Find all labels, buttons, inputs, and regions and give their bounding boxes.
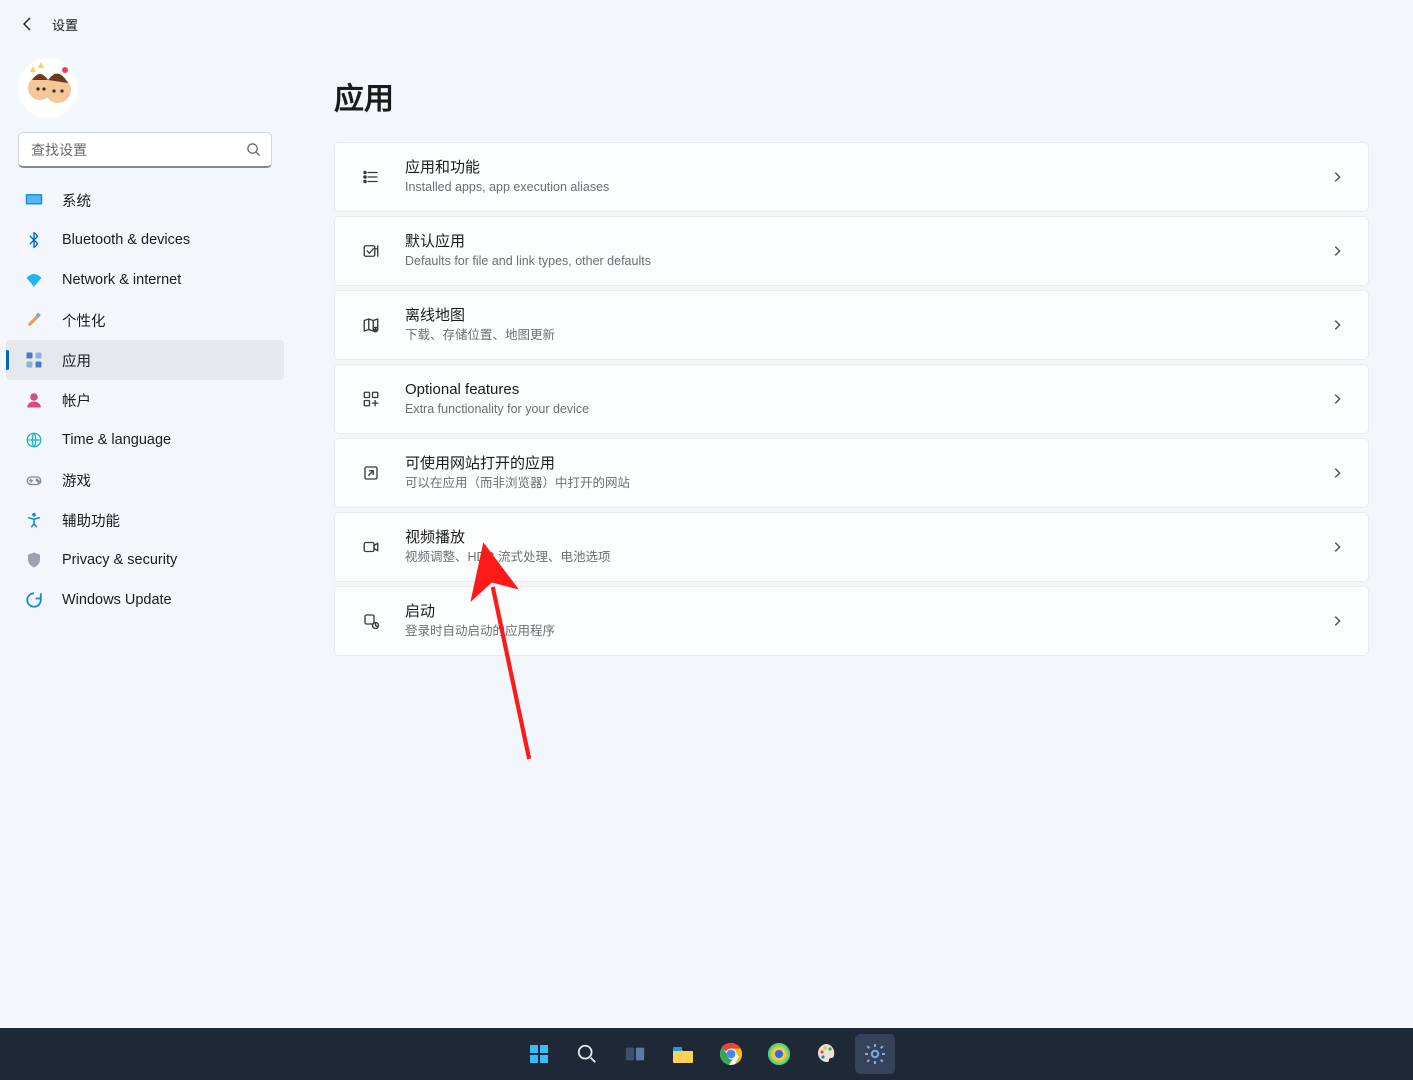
card-title: 可使用网站打开的应用 bbox=[405, 454, 1330, 474]
user-avatar[interactable] bbox=[18, 58, 78, 118]
search-box[interactable] bbox=[18, 132, 272, 168]
sidebar-item-apps[interactable]: 应用 bbox=[6, 340, 284, 380]
chevron-right-icon bbox=[1330, 540, 1344, 554]
sidebar-item-label: 辅助功能 bbox=[62, 510, 120, 531]
main-content: 应用 应用和功能Installed apps, app execution al… bbox=[290, 48, 1413, 1080]
card-offline-maps[interactable]: 离线地图下载、存储位置、地图更新 bbox=[334, 290, 1369, 360]
chrome-canary-icon bbox=[767, 1042, 791, 1066]
taskbar-settings[interactable] bbox=[855, 1034, 895, 1074]
header-title: 设置 bbox=[52, 15, 78, 34]
sidebar-item-update[interactable]: Windows Update bbox=[6, 580, 284, 620]
search-icon bbox=[576, 1043, 598, 1065]
settings-icon bbox=[863, 1042, 887, 1066]
card-title: 默认应用 bbox=[405, 232, 1330, 252]
sidebar-item-label: Bluetooth & devices bbox=[62, 232, 190, 248]
back-button[interactable] bbox=[14, 10, 42, 38]
brush-icon bbox=[24, 310, 44, 330]
card-website-apps[interactable]: 可使用网站打开的应用可以在应用（而非浏览器）中打开的网站 bbox=[334, 438, 1369, 508]
default-icon bbox=[359, 239, 383, 263]
sidebar-item-personalize[interactable]: 个性化 bbox=[6, 300, 284, 340]
card-subtitle: Installed apps, app execution aliases bbox=[405, 179, 1330, 196]
explorer-icon bbox=[671, 1043, 695, 1065]
taskbar-explorer[interactable] bbox=[663, 1034, 703, 1074]
sidebar-item-gaming[interactable]: 游戏 bbox=[6, 460, 284, 500]
grid-plus-icon bbox=[359, 387, 383, 411]
video-icon bbox=[359, 535, 383, 559]
sidebar-item-privacy[interactable]: Privacy & security bbox=[6, 540, 284, 580]
sidebar-item-bluetooth[interactable]: Bluetooth & devices bbox=[6, 220, 284, 260]
globe-icon bbox=[24, 430, 44, 450]
taskbar-paint[interactable] bbox=[807, 1034, 847, 1074]
paint-icon bbox=[815, 1042, 839, 1066]
card-optional[interactable]: Optional featuresExtra functionality for… bbox=[334, 364, 1369, 434]
wifi-icon bbox=[24, 270, 44, 290]
sidebar-item-label: Time & language bbox=[62, 432, 171, 448]
sidebar-item-label: 系统 bbox=[62, 190, 91, 211]
card-subtitle: Extra functionality for your device bbox=[405, 401, 1330, 418]
taskbar-chrome-canary[interactable] bbox=[759, 1034, 799, 1074]
apps-icon bbox=[24, 350, 44, 370]
chevron-right-icon bbox=[1330, 170, 1344, 184]
sidebar-item-access[interactable]: 辅助功能 bbox=[6, 500, 284, 540]
chevron-right-icon bbox=[1330, 318, 1344, 332]
card-startup[interactable]: 启动登录时自动启动的应用程序 bbox=[334, 586, 1369, 656]
sidebar-item-label: Windows Update bbox=[62, 592, 172, 608]
person-icon bbox=[24, 390, 44, 410]
card-subtitle: 登录时自动启动的应用程序 bbox=[405, 623, 1330, 640]
card-title: 视频播放 bbox=[405, 528, 1330, 548]
chevron-right-icon bbox=[1330, 392, 1344, 406]
card-video[interactable]: 视频播放视频调整、HDR 流式处理、电池选项 bbox=[334, 512, 1369, 582]
sidebar-item-network[interactable]: Network & internet bbox=[6, 260, 284, 300]
map-icon bbox=[359, 313, 383, 337]
chevron-right-icon bbox=[1330, 614, 1344, 628]
card-title: Optional features bbox=[405, 380, 1330, 400]
card-title: 应用和功能 bbox=[405, 158, 1330, 178]
chrome-icon bbox=[719, 1042, 743, 1066]
card-title: 启动 bbox=[405, 602, 1330, 622]
sidebar-item-label: 应用 bbox=[62, 350, 91, 371]
sidebar-item-label: 帐户 bbox=[62, 390, 91, 411]
page-title: 应用 bbox=[334, 74, 1369, 118]
sidebar-item-time[interactable]: Time & language bbox=[6, 420, 284, 460]
startup-icon bbox=[359, 609, 383, 633]
list-icon bbox=[359, 165, 383, 189]
taskbar bbox=[0, 1028, 1413, 1080]
taskview-icon bbox=[624, 1043, 646, 1065]
chevron-right-icon bbox=[1330, 466, 1344, 480]
sidebar-item-label: Privacy & security bbox=[62, 552, 177, 568]
taskbar-items bbox=[519, 1028, 895, 1080]
sidebar-item-system[interactable]: 系统 bbox=[6, 180, 284, 220]
sidebar-item-accounts[interactable]: 帐户 bbox=[6, 380, 284, 420]
chevron-right-icon bbox=[1330, 244, 1344, 258]
access-icon bbox=[24, 510, 44, 530]
search-input[interactable] bbox=[29, 141, 246, 159]
taskbar-chrome[interactable] bbox=[711, 1034, 751, 1074]
update-icon bbox=[24, 590, 44, 610]
card-subtitle: Defaults for file and link types, other … bbox=[405, 253, 1330, 270]
card-subtitle: 可以在应用（而非浏览器）中打开的网站 bbox=[405, 475, 1330, 492]
sidebar-item-label: Network & internet bbox=[62, 272, 181, 288]
taskbar-taskview[interactable] bbox=[615, 1034, 655, 1074]
sidebar-nav: 系统 Bluetooth & devices Network & internet 个… bbox=[0, 180, 290, 620]
shield-icon bbox=[24, 550, 44, 570]
card-subtitle: 下载、存储位置、地图更新 bbox=[405, 327, 1330, 344]
card-apps-features[interactable]: 应用和功能Installed apps, app execution alias… bbox=[334, 142, 1369, 212]
gamepad-icon bbox=[24, 470, 44, 490]
sidebar: 系统 Bluetooth & devices Network & internet 个… bbox=[0, 48, 290, 1080]
open-icon bbox=[359, 461, 383, 485]
taskbar-search[interactable] bbox=[567, 1034, 607, 1074]
arrow-left-icon bbox=[20, 16, 36, 32]
start-icon bbox=[527, 1042, 551, 1066]
settings-card-list: 应用和功能Installed apps, app execution alias… bbox=[334, 142, 1369, 656]
taskbar-start[interactable] bbox=[519, 1034, 559, 1074]
card-title: 离线地图 bbox=[405, 306, 1330, 326]
sidebar-item-label: 游戏 bbox=[62, 470, 91, 491]
card-subtitle: 视频调整、HDR 流式处理、电池选项 bbox=[405, 549, 1330, 566]
card-default-apps[interactable]: 默认应用Defaults for file and link types, ot… bbox=[334, 216, 1369, 286]
bt-icon bbox=[24, 230, 44, 250]
search-icon bbox=[246, 142, 261, 157]
monitor-icon bbox=[24, 190, 44, 210]
sidebar-item-label: 个性化 bbox=[62, 310, 106, 331]
